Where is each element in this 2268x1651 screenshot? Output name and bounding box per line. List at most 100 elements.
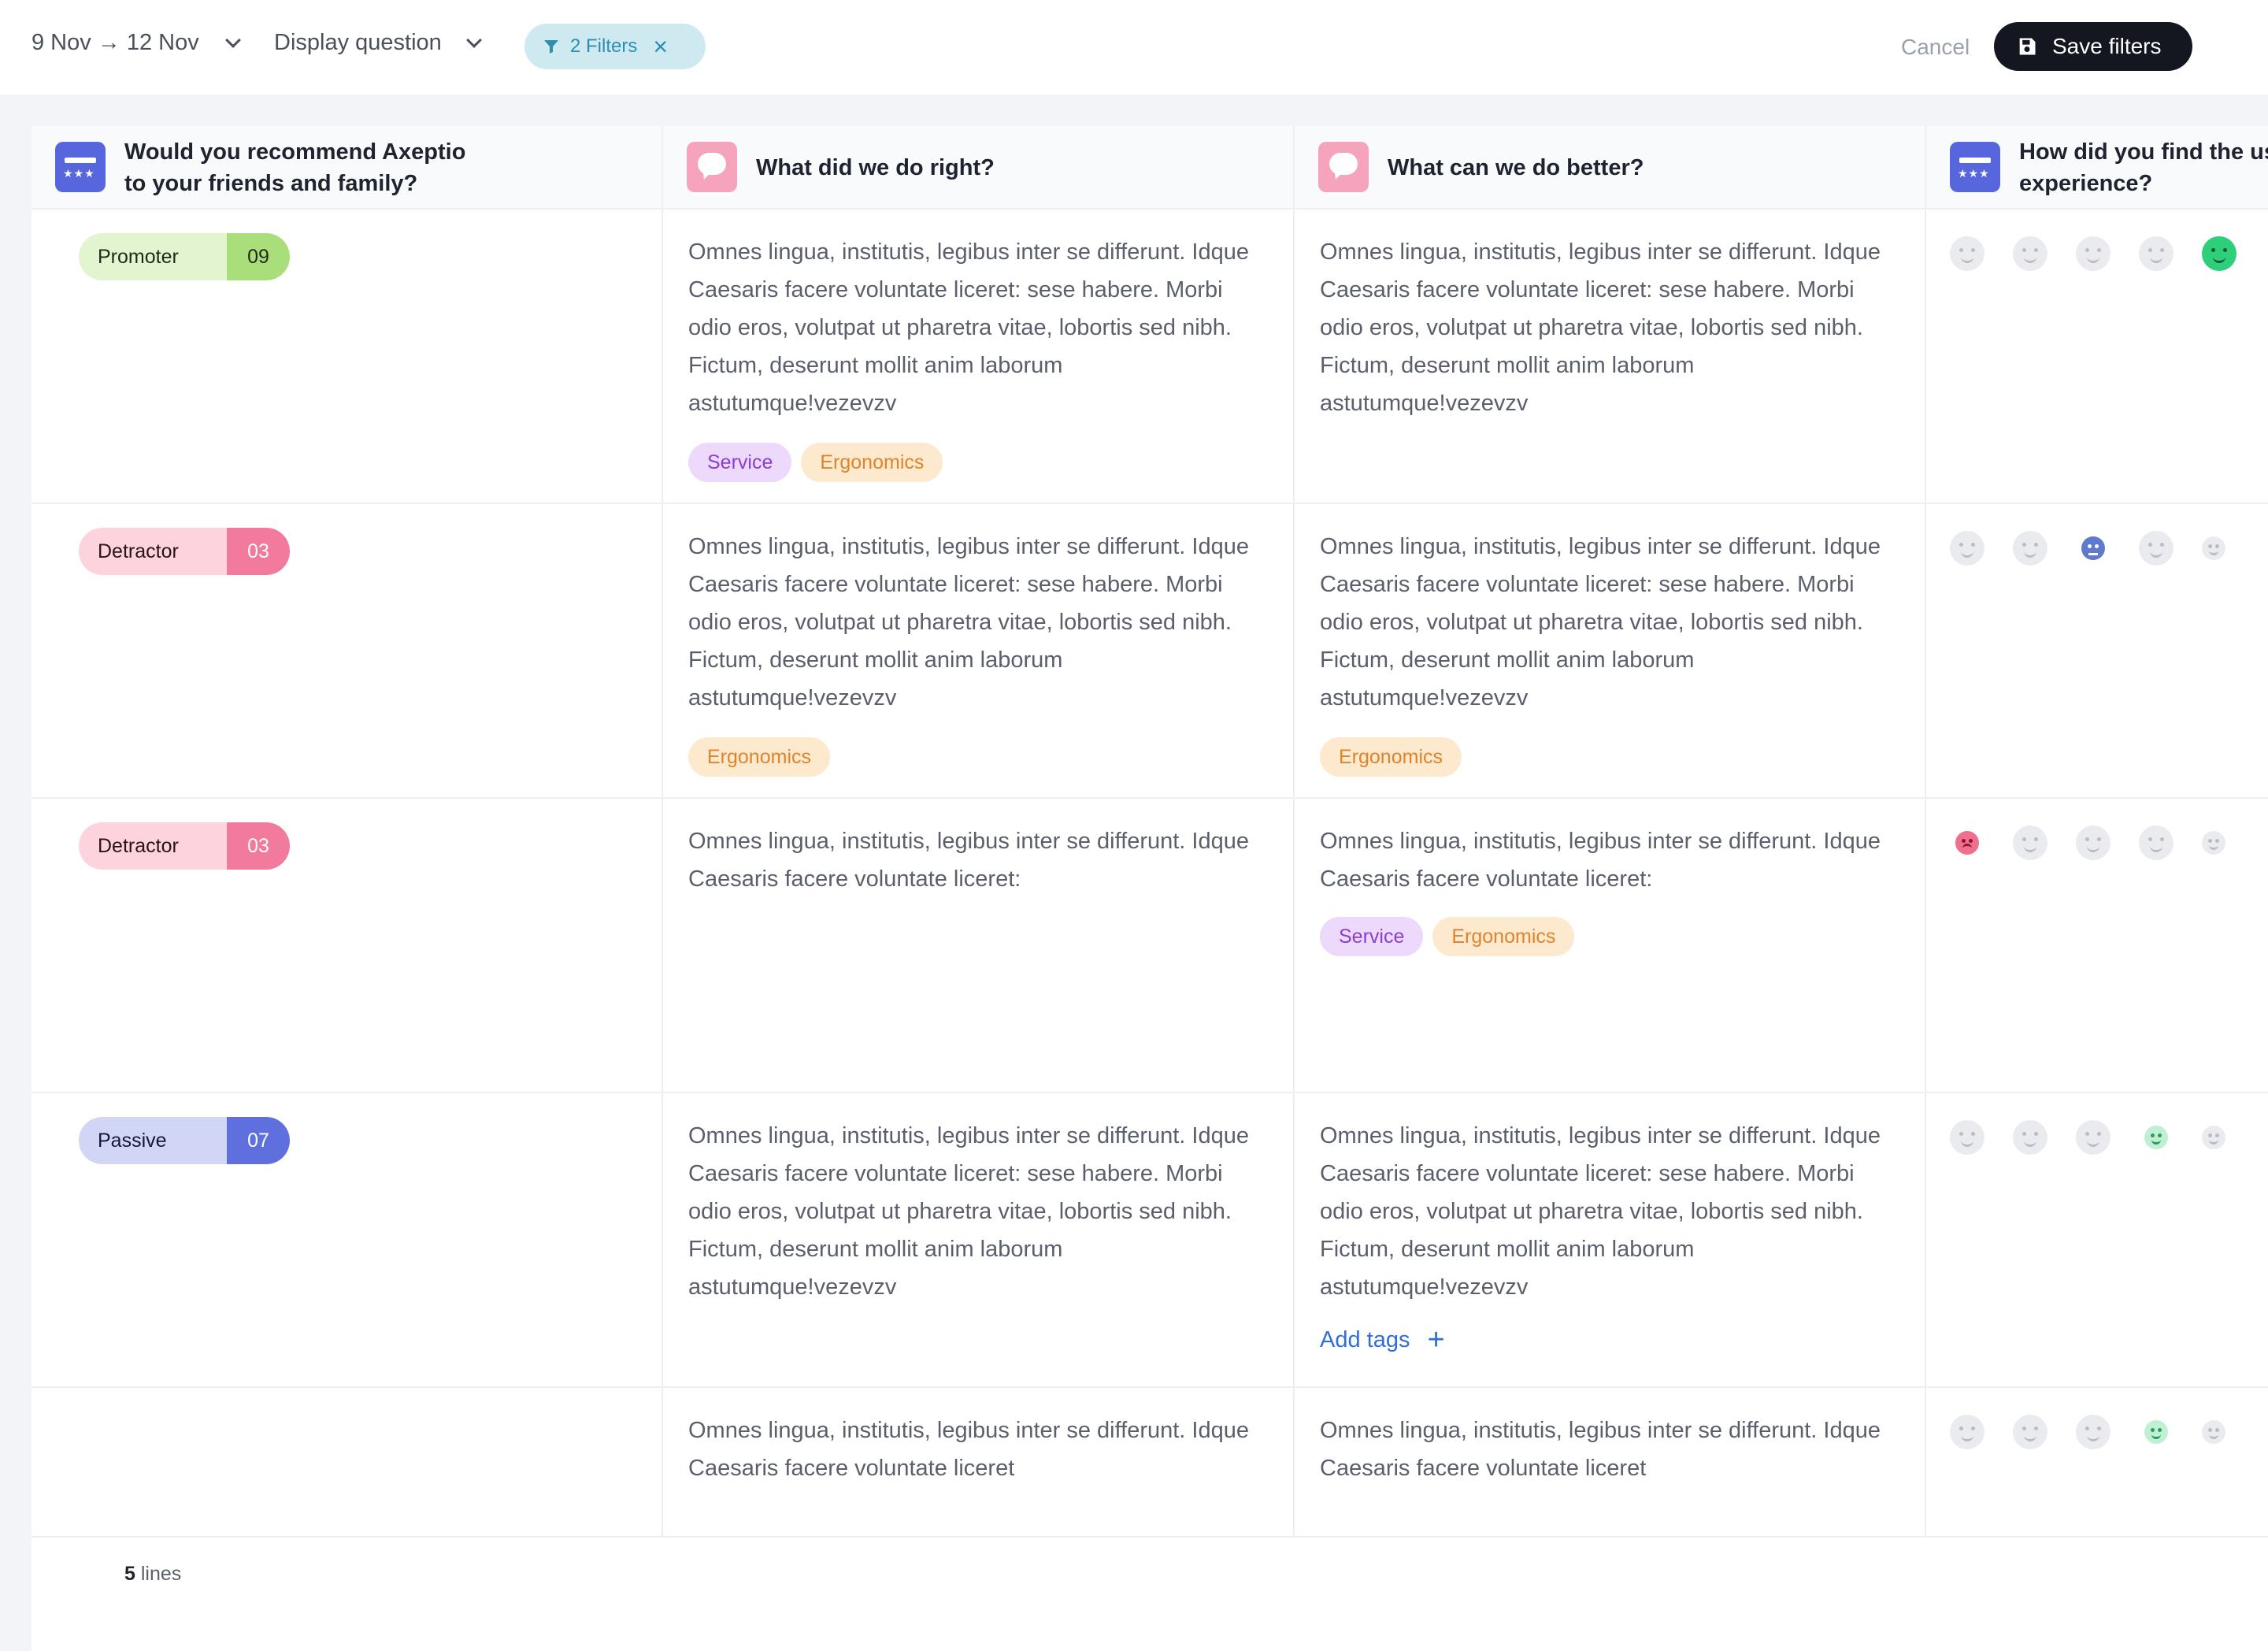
table-header: Would you recommend Axeptio to your frien… [32, 126, 2268, 210]
nps-badge: Detractor 03 [79, 822, 290, 870]
survey-icon [1950, 142, 2000, 192]
answer-text: Omnes lingua, institutis, legibus inter … [1320, 1418, 1881, 1481]
answer-text: Omnes lingua, institutis, legibus inter … [688, 1418, 1249, 1481]
nps-label: Promoter [79, 233, 227, 280]
filters-pill[interactable]: 2 Filters × [524, 24, 706, 69]
nps-score: 03 [227, 822, 290, 870]
neutral-face-icon [2076, 1415, 2110, 1449]
cancel-button[interactable]: Cancel [1901, 35, 1970, 60]
sad-face-icon [2013, 236, 2048, 271]
tag-list: Service Ergonomics [688, 443, 943, 482]
neutral-face-icon [2076, 236, 2110, 271]
table-row[interactable]: Detractor 03 Omnes lingua, institutis, l… [32, 799, 2268, 1093]
tag-ergonomics[interactable]: Ergonomics [1432, 917, 1575, 956]
nps-badge: Detractor 03 [79, 528, 290, 575]
table-row[interactable]: Omnes lingua, institutis, legibus inter … [32, 1388, 2268, 1538]
column-title: What can we do better? [1388, 155, 1644, 180]
answer-text: Omnes lingua, institutis, legibus inter … [1320, 239, 1881, 416]
tag-list: Ergonomics [688, 737, 830, 777]
save-filters-label: Save filters [2052, 34, 2162, 58]
angry-face-icon [1950, 236, 1984, 271]
column-title: Would you recommend Axeptio [124, 139, 466, 165]
smile-face-icon [2139, 236, 2174, 271]
date-range-label: 9 Nov → 12 Nov [32, 30, 199, 55]
neutral-face-icon [2076, 826, 2110, 860]
happy-face-icon [2202, 236, 2236, 271]
add-tags-label: Add tags [1320, 1326, 1410, 1352]
nps-badge: Passive 07 [79, 1117, 290, 1164]
happy-face-icon [2202, 1420, 2225, 1444]
smile-face-icon [2139, 826, 2174, 860]
answer-text: Omnes lingua, institutis, legibus inter … [688, 1123, 1249, 1300]
answer-text: Omnes lingua, institutis, legibus inter … [688, 829, 1249, 892]
happy-face-icon [2202, 831, 2225, 855]
display-question-label: Display question [274, 30, 442, 55]
column-title: experience? [2019, 171, 2153, 196]
sad-face-icon [2013, 1120, 2048, 1155]
table-row[interactable]: Detractor 03 Omnes lingua, institutis, l… [32, 504, 2268, 799]
chevron-down-icon [224, 32, 241, 48]
chevron-down-icon [465, 32, 482, 48]
add-tags-button[interactable]: Add tags + [1320, 1325, 1445, 1355]
column-header-better: What can we do better? [1295, 126, 1926, 210]
tag-service[interactable]: Service [688, 443, 792, 482]
answer-text: Omnes lingua, institutis, legibus inter … [688, 239, 1249, 416]
neutral-face-icon [2081, 536, 2105, 560]
table-row[interactable]: Promoter 09 Omnes lingua, institutis, le… [32, 210, 2268, 504]
tag-ergonomics[interactable]: Ergonomics [1320, 737, 1462, 777]
nps-score: 09 [227, 233, 290, 280]
smile-face-icon [2139, 531, 2174, 566]
rating-faces [1950, 236, 2236, 271]
tag-service[interactable]: Service [1320, 917, 1424, 956]
angry-face-icon [1950, 1120, 1984, 1155]
top-toolbar: 9 Nov → 12 Nov Display question 2 Filter… [0, 0, 2268, 95]
nps-label: Detractor [79, 822, 227, 870]
column-header-right: What did we do right? [663, 126, 1295, 210]
sad-face-icon [2013, 1415, 2048, 1449]
nps-label: Passive [79, 1117, 227, 1164]
smile-face-icon [2144, 1420, 2168, 1444]
display-question-dropdown[interactable]: Display question [274, 30, 482, 56]
responses-table: Would you recommend Axeptio to your frien… [32, 126, 2268, 1651]
answer-text: Omnes lingua, institutis, legibus inter … [1320, 829, 1881, 892]
clear-filters-icon[interactable]: × [653, 34, 668, 59]
save-icon [2019, 38, 2036, 55]
angry-face-icon [1955, 831, 1979, 855]
answer-text: Omnes lingua, institutis, legibus inter … [1320, 1123, 1881, 1300]
lines-count-number: 5 [124, 1563, 135, 1585]
happy-face-icon [2202, 536, 2225, 560]
neutral-face-icon [2076, 1120, 2110, 1155]
comment-icon [687, 142, 737, 192]
lines-count-label: lines [140, 1563, 182, 1585]
column-header-experience: How did you find the us experience? [1926, 126, 2268, 210]
date-range-dropdown[interactable]: 9 Nov → 12 Nov [32, 30, 241, 56]
tag-ergonomics[interactable]: Ergonomics [801, 443, 943, 482]
nps-score: 07 [227, 1117, 290, 1164]
filter-icon [544, 40, 558, 54]
tag-ergonomics[interactable]: Ergonomics [688, 737, 830, 777]
rating-faces [1950, 826, 2225, 860]
lines-count: 5 lines [124, 1563, 181, 1586]
table-footer: 5 lines [32, 1538, 2268, 1651]
save-filters-button[interactable]: Save filters [1994, 22, 2192, 71]
table-row[interactable]: Passive 07 Omnes lingua, institutis, leg… [32, 1093, 2268, 1388]
angry-face-icon [1950, 1415, 1984, 1449]
answer-text: Omnes lingua, institutis, legibus inter … [688, 534, 1249, 710]
nps-badge: Promoter 09 [79, 233, 290, 280]
comment-icon [1318, 142, 1369, 192]
column-title: How did you find the us [2019, 139, 2268, 165]
survey-icon [55, 142, 106, 192]
rating-faces [1950, 1415, 2225, 1449]
column-header-recommend: Would you recommend Axeptio to your frien… [32, 126, 663, 210]
rating-faces [1950, 1120, 2225, 1155]
rating-faces [1950, 531, 2225, 566]
filters-label: 2 Filters [570, 35, 638, 57]
tag-list: Ergonomics [1320, 737, 1462, 777]
answer-text: Omnes lingua, institutis, legibus inter … [1320, 534, 1881, 710]
sad-face-icon [2013, 826, 2048, 860]
happy-face-icon [2202, 1126, 2225, 1149]
tag-list: Service Ergonomics [1320, 917, 1575, 956]
sad-face-icon [2013, 531, 2048, 566]
column-title: to your friends and family? [124, 171, 418, 196]
column-title: What did we do right? [756, 155, 995, 180]
